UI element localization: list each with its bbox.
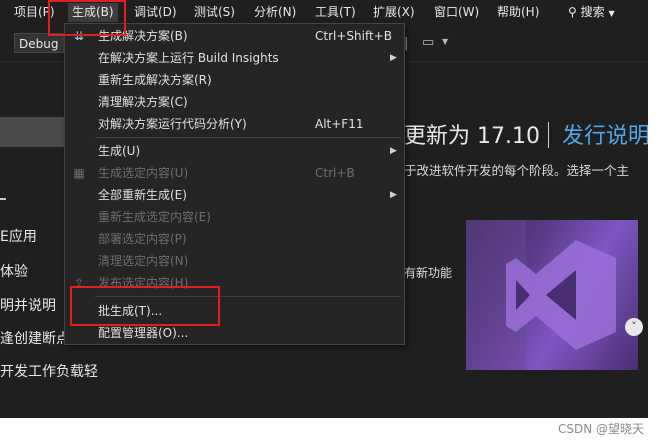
menu-item-rebuild-solution[interactable]: 重新生成解决方案(R) bbox=[65, 70, 404, 90]
new-features-text: 有新功能 bbox=[404, 266, 453, 280]
chevron-down-icon[interactable]: ▼ bbox=[442, 37, 448, 46]
menu-window[interactable]: 窗口(W) bbox=[430, 3, 483, 22]
menu-item-configuration-manager[interactable]: 配置管理器(O)... bbox=[65, 323, 404, 343]
left-item-2[interactable]: 体验 bbox=[0, 261, 28, 281]
menu-tools[interactable]: 工具(T) bbox=[311, 3, 360, 22]
update-description: 于改进软件开发的每个阶段。选择一个主 bbox=[404, 163, 630, 178]
submenu-arrow-icon: ▶ bbox=[390, 146, 397, 156]
collapse-icon[interactable] bbox=[0, 198, 6, 200]
left-item-3[interactable]: 明并说明 bbox=[0, 295, 56, 315]
highlight-batch-build bbox=[70, 286, 220, 326]
menu-item-rebuild-selection[interactable]: 重新生成选定内容(E) bbox=[65, 207, 404, 227]
vs-promo-image bbox=[466, 220, 638, 370]
menu-separator bbox=[95, 137, 401, 138]
menu-test[interactable]: 测试(S) bbox=[190, 3, 239, 22]
menu-item-build-selection[interactable]: ▦ 生成选定内容(U) Ctrl+B bbox=[65, 163, 404, 183]
menu-extensions[interactable]: 扩展(X) bbox=[369, 3, 419, 22]
release-notes-link[interactable]: 发行说明 bbox=[562, 118, 648, 150]
menu-item-rebuild-all[interactable]: 全部重新生成(E) ▶ bbox=[65, 185, 404, 205]
search-label: 搜索 bbox=[580, 5, 605, 19]
update-headline: 更新为 17.10 bbox=[404, 124, 540, 149]
menu-item-build-insights[interactable]: 在解决方案上运行 Build Insights ▶ bbox=[65, 48, 404, 68]
menu-debug[interactable]: 调试(D) bbox=[130, 3, 181, 22]
left-item-1[interactable]: E应用 bbox=[0, 226, 37, 246]
headline-divider bbox=[548, 122, 549, 148]
chevron-down-icon[interactable]: ˅ bbox=[625, 318, 643, 336]
chevron-down-icon: ▼ bbox=[608, 9, 615, 18]
config-dropdown[interactable]: Debug bbox=[14, 33, 64, 53]
vs-window: 项目(P) 生成(B) 调试(D) 测试(S) 分析(N) 工具(T) 扩展(X… bbox=[0, 0, 648, 418]
build-selection-icon: ▦ bbox=[73, 166, 85, 180]
left-item-5[interactable]: 开发工作负载轻 bbox=[0, 361, 98, 381]
menu-item-build-project[interactable]: 生成(U) ▶ bbox=[65, 141, 404, 161]
submenu-arrow-icon: ▶ bbox=[390, 53, 397, 63]
selected-list-item[interactable] bbox=[0, 117, 64, 147]
highlight-build-menu bbox=[48, 0, 126, 36]
left-item-4[interactable]: 逢创建断点 bbox=[0, 328, 70, 348]
menu-analyze[interactable]: 分析(N) bbox=[250, 3, 300, 22]
menu-item-code-analysis[interactable]: 对解决方案运行代码分析(Y) Alt+F11 bbox=[65, 114, 404, 134]
window-layout-icon[interactable]: ▭ bbox=[422, 35, 434, 50]
search-box[interactable]: ⚲ 搜索 ▼ bbox=[568, 3, 615, 22]
menu-item-deploy-selection[interactable]: 部署选定内容(P) bbox=[65, 229, 404, 249]
menu-item-clean-selection[interactable]: 清理选定内容(N) bbox=[65, 251, 404, 271]
menu-item-clean-solution[interactable]: 清理解决方案(C) bbox=[65, 92, 404, 112]
submenu-arrow-icon: ▶ bbox=[390, 190, 397, 200]
vs-logo-icon bbox=[466, 220, 616, 370]
search-icon: ⚲ bbox=[568, 5, 577, 19]
menu-help[interactable]: 帮助(H) bbox=[493, 3, 543, 22]
watermark: CSDN @望晓天 bbox=[558, 422, 645, 436]
